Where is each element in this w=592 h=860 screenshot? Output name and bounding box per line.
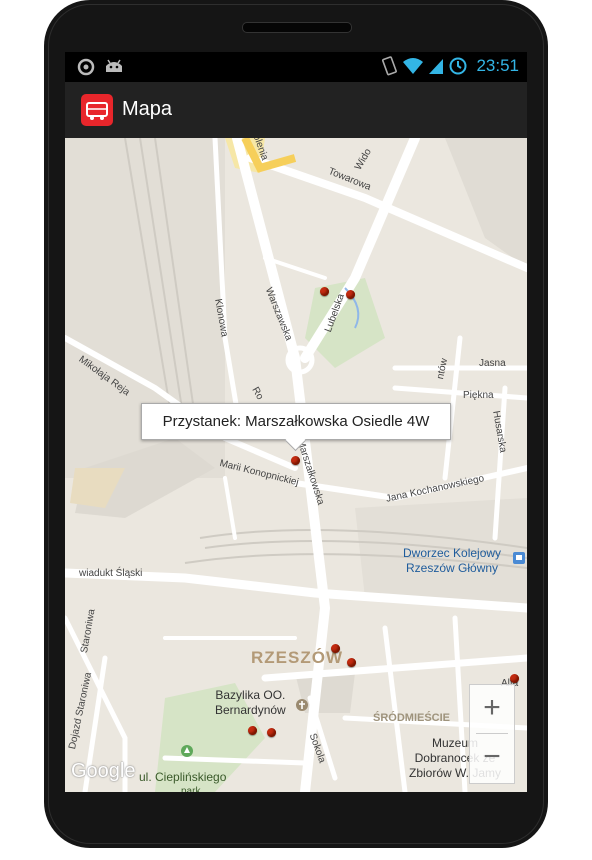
speaker-grille <box>242 22 352 33</box>
status-clock: 23:51 <box>476 56 519 75</box>
status-bar: 23:51 <box>65 52 527 82</box>
church-icon <box>296 699 308 711</box>
train-station-icon <box>513 552 525 564</box>
street-label: wiadukt Śląski <box>79 568 143 579</box>
street-label: Jasna <box>479 358 506 369</box>
bus-stop-marker[interactable] <box>291 456 300 465</box>
stop-info-callout[interactable]: Przystanek: Marszałkowska Osiedle 4W <box>141 403 451 440</box>
wifi-icon <box>403 58 424 74</box>
bus-stop-marker[interactable] <box>347 658 356 667</box>
station-label: Dworzec Kolejowy Rzeszów Główny <box>403 546 502 575</box>
alarm-clock-icon <box>449 57 467 75</box>
bus-stop-marker[interactable] <box>510 674 519 683</box>
zoom-in-button[interactable]: + <box>470 685 514 733</box>
street-label: Piękna <box>463 390 494 401</box>
bus-stop-marker[interactable] <box>248 726 257 735</box>
notification-app-icon <box>77 58 95 76</box>
bus-stop-marker[interactable] <box>320 287 329 296</box>
google-logo: Google <box>71 760 136 782</box>
district-label: ŚRÓDMIEŚCIE <box>373 712 451 724</box>
screen: 23:51 Mapa Wido Towarowa olenia Warszaws… <box>65 52 527 792</box>
zoom-out-button[interactable]: − <box>470 734 514 782</box>
bus-stop-marker[interactable] <box>267 728 276 737</box>
street-label: ul. Cieplińskiego <box>139 770 227 784</box>
street-label: park <box>181 786 201 792</box>
bus-app-icon[interactable] <box>81 94 113 126</box>
map-view[interactable]: Wido Towarowa olenia Warszawska Lubelska… <box>65 138 527 792</box>
page-title: Mapa <box>122 98 173 120</box>
bus-stop-marker[interactable] <box>331 644 340 653</box>
basilica-label: Bazylika OO. Bernardynów <box>215 688 286 717</box>
vibrate-icon <box>382 56 398 76</box>
zoom-controls: + − <box>469 684 515 784</box>
signal-icon <box>429 59 444 74</box>
android-debug-icon <box>106 59 122 72</box>
park-icon <box>181 745 193 757</box>
map-base <box>65 138 527 792</box>
bus-stop-marker[interactable] <box>346 290 355 299</box>
action-bar: Mapa <box>65 82 527 140</box>
city-label: RZESZÓW <box>251 648 343 667</box>
